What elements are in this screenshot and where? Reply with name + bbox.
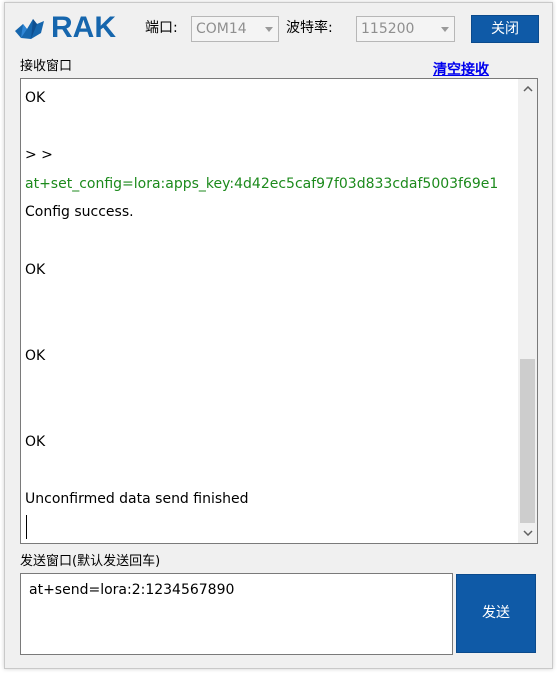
receive-textarea[interactable]: OK > > at+set_config=lora:apps_key:4d42e… xyxy=(20,78,538,544)
close-port-button[interactable]: 关闭 xyxy=(471,15,539,43)
port-select[interactable]: COM14 xyxy=(191,16,279,42)
rak-logo-icon xyxy=(11,11,47,45)
send-input[interactable]: at+send=lora:2:1234567890 xyxy=(20,573,453,655)
chevron-down-icon xyxy=(436,17,454,41)
text-caret xyxy=(26,515,27,539)
send-window-title: 发送窗口(默认发送回车) xyxy=(18,554,163,570)
send-button[interactable]: 发送 xyxy=(456,574,536,653)
receive-window-title: 接收窗口 xyxy=(18,59,75,75)
app-window: RAK 端口: COM14 波特率: 115200 关闭 接收窗口 清空接收 O… xyxy=(4,2,553,669)
baud-label: 波特率: xyxy=(286,20,333,36)
chevron-down-icon xyxy=(260,17,278,41)
log-line: Unconfirmed data send finished xyxy=(25,491,249,507)
log-line: > > xyxy=(25,147,53,163)
scrollbar-thumb[interactable] xyxy=(520,359,535,523)
clear-receive-link[interactable]: 清空接收 xyxy=(433,59,489,79)
baud-select[interactable]: 115200 xyxy=(356,16,455,42)
scroll-up-icon[interactable] xyxy=(518,79,537,99)
scroll-down-icon[interactable] xyxy=(518,523,537,543)
receive-scrollbar[interactable] xyxy=(518,79,537,543)
log-line: OK xyxy=(25,90,46,106)
baud-select-value: 115200 xyxy=(361,21,415,37)
log-line: OK xyxy=(25,348,46,364)
port-label: 端口: xyxy=(145,20,178,36)
log-line: OK xyxy=(25,262,46,278)
rak-logo-text: RAK xyxy=(51,11,116,44)
port-select-value: COM14 xyxy=(196,21,247,37)
log-line: Config success. xyxy=(25,204,134,220)
log-line-command: at+set_config=lora:apps_key:4d42ec5caf97… xyxy=(25,176,499,192)
log-line: OK xyxy=(25,434,46,450)
